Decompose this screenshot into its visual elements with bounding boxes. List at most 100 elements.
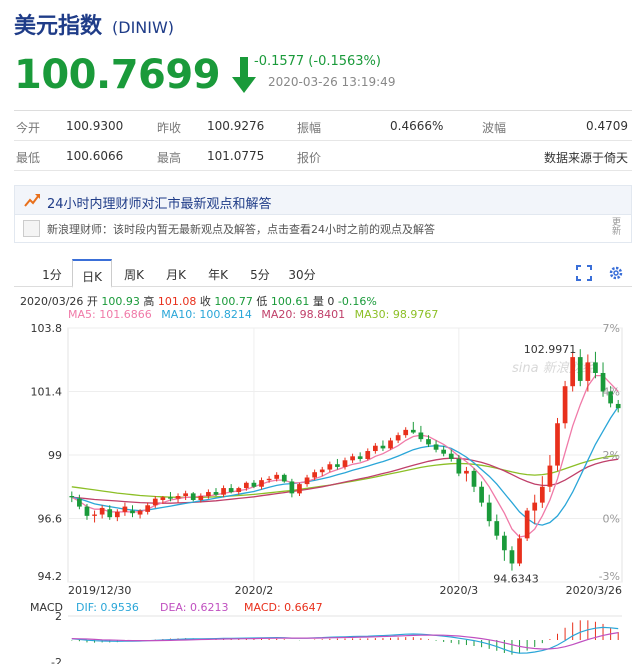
refresh-button[interactable]: 更 新: [612, 219, 621, 237]
high-value: 101.0775: [207, 149, 265, 163]
candle-body: [130, 510, 135, 514]
candle-body: [122, 506, 128, 512]
pct-tick-label: 4%: [603, 386, 620, 399]
candle: [395, 432, 401, 444]
ohlc-close: 100.77: [214, 295, 253, 308]
pct-tick-label: 2%: [603, 449, 620, 462]
wave-label: 波幅: [482, 121, 507, 135]
fullscreen-icon[interactable]: [576, 265, 592, 281]
candle-body: [297, 484, 302, 494]
candle-body: [175, 496, 181, 499]
candle-body: [84, 506, 90, 516]
candle-body: [198, 496, 204, 500]
candle-body: [562, 386, 568, 424]
candle-body: [266, 478, 272, 481]
candle-body: [547, 465, 553, 487]
tab-5min[interactable]: 5分: [240, 259, 280, 287]
candle-body: [274, 474, 280, 479]
tab-yearly[interactable]: 年K: [198, 259, 238, 287]
ohlc-close-label: 收: [199, 295, 211, 308]
prev-close-label: 昨收: [157, 121, 182, 135]
candle-body: [448, 453, 454, 459]
candle-body: [593, 362, 598, 373]
low-value: 100.6066: [66, 149, 124, 163]
ohlc-open: 100.93: [101, 295, 140, 308]
advisor-message[interactable]: 新浪理财师：该时段内暂无最新观点及解答，点击查看24小时之前的观点及解答 更 新: [14, 215, 632, 243]
wave-value: 0.4709: [586, 119, 628, 133]
candle-body: [183, 493, 188, 497]
candle-body: [342, 460, 348, 467]
max-annotation: 102.9971: [524, 343, 577, 356]
quote-timestamp: 2020-03-26 13:19:49: [268, 75, 396, 89]
ohlc-high: 101.08: [157, 295, 197, 308]
candle: [114, 509, 120, 522]
price-change: -0.1577 (-0.1563%): [254, 54, 381, 69]
candle: [380, 440, 386, 452]
candle-body: [532, 502, 538, 511]
candle-body: [373, 445, 378, 452]
advisor-insight-bar[interactable]: 24小时内理财师对汇市最新观点和解答: [14, 185, 632, 215]
candle-body: [502, 535, 507, 551]
pct-tick-label: 7%: [603, 322, 620, 335]
candle-body: [206, 492, 211, 497]
candle-body: [509, 550, 515, 564]
ohlc-date: 2020/03/26: [20, 295, 84, 308]
candle: [190, 492, 196, 502]
candle: [418, 425, 424, 442]
ohlc-change: -0.16%: [337, 295, 377, 308]
candle-body: [77, 498, 82, 507]
tab-monthly[interactable]: 月K: [156, 259, 196, 287]
tab-weekly[interactable]: 周K: [114, 259, 154, 287]
gear-icon[interactable]: [608, 265, 624, 281]
candle-body: [160, 497, 166, 500]
ohlc-vol: 0: [327, 295, 335, 308]
prev-close-value: 100.9276: [207, 119, 265, 133]
insight-link[interactable]: 24小时内理财师对汇市最新观点和解答: [47, 193, 272, 212]
candle-body: [335, 464, 340, 467]
x-tick-label: 2020/3: [439, 584, 478, 597]
candle-body: [615, 403, 621, 409]
advisor-text[interactable]: 新浪理财师：该时段内暂无最新观点及解答，点击查看24小时之前的观点及解答: [47, 221, 435, 237]
candle: [562, 380, 568, 429]
candle: [304, 474, 310, 487]
candle: [281, 473, 287, 483]
candle: [555, 417, 560, 471]
trend-up-icon: [24, 194, 40, 207]
candle-body: [221, 488, 226, 495]
candle: [471, 468, 477, 493]
quote-label: 报价: [297, 151, 322, 165]
candle-body: [479, 486, 484, 503]
candle-body: [403, 429, 409, 436]
candle-body: [456, 458, 462, 474]
candle: [259, 477, 264, 490]
tab-daily[interactable]: 日K: [72, 259, 112, 288]
price-row: 100.7699: [14, 50, 258, 100]
kline-chart[interactable]: sina 新浪财经 103.8 7% 101.4 4% 99 2% 96.6 0% 94.2 -3…: [0, 320, 640, 664]
candle: [502, 531, 507, 561]
tab-1min[interactable]: 1分: [32, 259, 72, 287]
candle: [327, 461, 333, 473]
candle-body: [517, 538, 522, 564]
candle-body: [289, 481, 295, 494]
candle: [532, 494, 538, 524]
candle: [373, 443, 378, 454]
advisor-avatar: [23, 220, 40, 237]
macd-tick-label: -2: [51, 656, 62, 664]
candle: [539, 476, 545, 508]
candle-body: [92, 514, 97, 516]
tab-30min[interactable]: 30分: [282, 259, 322, 287]
candle-body: [418, 432, 424, 440]
candle: [145, 502, 151, 515]
candle-body: [145, 505, 151, 512]
candle-body: [357, 456, 363, 459]
candle: [517, 534, 522, 567]
pct-tick-label: -3%: [599, 570, 620, 583]
candle: [84, 503, 90, 520]
y-tick-label: 94.2: [38, 570, 63, 583]
candle-body: [228, 488, 234, 493]
candle-body: [464, 470, 469, 474]
stats-table: 今开 100.9300 昨收 100.9276 振幅 0.4666% 波幅 0.…: [14, 110, 632, 171]
pct-tick-label: 0%: [603, 513, 620, 526]
index-title: 美元指数: [14, 14, 103, 39]
open-value: 100.9300: [66, 119, 124, 133]
